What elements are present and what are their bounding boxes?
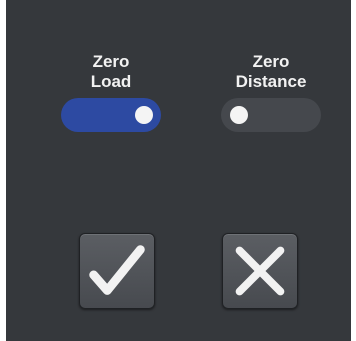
checkmark-icon: [89, 245, 145, 295]
close-icon: [235, 246, 285, 296]
dialog-panel: Zero Load Zero Distance: [6, 0, 351, 341]
zero-load-toggle-group: Zero Load: [56, 52, 166, 132]
zero-load-label: Zero Load: [90, 52, 132, 91]
zero-load-switch-knob: [135, 106, 153, 124]
zero-load-switch[interactable]: [61, 98, 161, 132]
cancel-button[interactable]: [222, 233, 298, 309]
zero-distance-label: Zero Distance: [235, 52, 307, 91]
zero-distance-toggle-group: Zero Distance: [216, 52, 326, 132]
zero-distance-switch-knob: [230, 106, 248, 124]
zero-distance-switch[interactable]: [221, 98, 321, 132]
confirm-button[interactable]: [79, 233, 155, 309]
